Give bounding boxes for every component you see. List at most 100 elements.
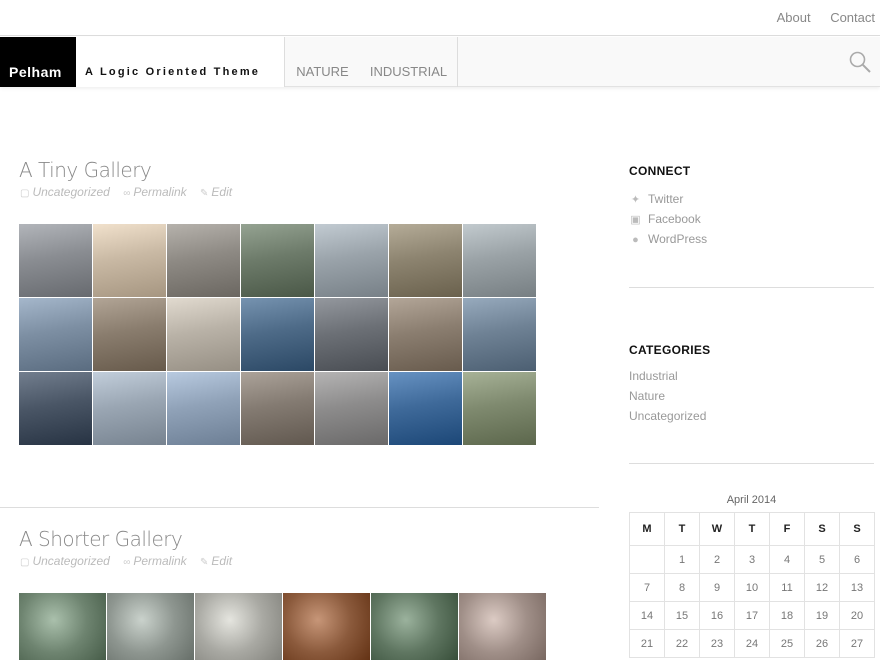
- post-title-tiny-gallery[interactable]: A Tiny Gallery: [19, 158, 152, 182]
- calendar-day: 20: [839, 601, 875, 630]
- link-icon: ∞: [123, 188, 131, 199]
- site-tagline: A Logic Oriented Theme: [76, 37, 285, 87]
- category-uncategorized[interactable]: Uncategorized: [629, 408, 706, 428]
- categories-list: Industrial Nature Uncategorized: [629, 368, 706, 428]
- gallery-thumbnail[interactable]: [19, 372, 92, 445]
- nav-item-industrial[interactable]: INDUSTRIAL: [360, 37, 458, 87]
- calendar-day: 13: [839, 573, 875, 602]
- pencil-icon: ✎: [200, 188, 209, 199]
- gallery-thumbnail[interactable]: [463, 372, 536, 445]
- gallery-thumbnail[interactable]: [241, 298, 314, 371]
- calendar-day: 4: [769, 545, 805, 574]
- gallery-thumbnail[interactable]: [93, 224, 166, 297]
- pencil-icon: ✎: [200, 557, 209, 568]
- sidebar-divider: [629, 463, 874, 464]
- calendar-caption: April 2014: [726, 494, 777, 506]
- sidebar-divider: [629, 287, 874, 288]
- edit-link[interactable]: Edit: [211, 185, 232, 199]
- gallery-thumbnail[interactable]: [315, 372, 388, 445]
- calendar-day: 21: [629, 629, 665, 658]
- calendar-day: 12: [804, 573, 840, 602]
- calendar-weekday: T: [664, 512, 700, 546]
- twitter-link[interactable]: ✦ Twitter: [629, 191, 707, 211]
- about-link[interactable]: About: [777, 10, 811, 25]
- calendar-weekday: T: [734, 512, 770, 546]
- calendar-weekday: W: [699, 512, 735, 546]
- calendar-weekday: M: [629, 512, 665, 546]
- calendar-day: 24: [734, 629, 770, 658]
- calendar-weekday: S: [839, 512, 875, 546]
- facebook-link[interactable]: ▣ Facebook: [629, 211, 707, 231]
- gallery-thumbnail[interactable]: [371, 593, 458, 660]
- contact-link[interactable]: Contact: [830, 10, 875, 25]
- calendar-day: 23: [699, 629, 735, 658]
- gallery-thumbnail[interactable]: [167, 372, 240, 445]
- calendar-day: 1: [664, 545, 700, 574]
- calendar-day: 25: [769, 629, 805, 658]
- gallery-thumbnail[interactable]: [283, 593, 370, 660]
- post-meta: ▢ Uncategorized ∞ Permalink ✎ Edit: [20, 185, 242, 199]
- gallery-thumbnail[interactable]: [19, 593, 106, 660]
- gallery-thumbnail[interactable]: [241, 224, 314, 297]
- search-icon[interactable]: [848, 50, 872, 74]
- wordpress-link[interactable]: ● WordPress: [629, 231, 707, 251]
- gallery-thumbnail[interactable]: [19, 298, 92, 371]
- calendar-weekday: F: [769, 512, 805, 546]
- gallery-shorter: [19, 593, 546, 660]
- gallery-thumbnail[interactable]: [315, 298, 388, 371]
- calendar-day: 10: [734, 573, 770, 602]
- gallery-thumbnail[interactable]: [315, 224, 388, 297]
- calendar-day: 6: [839, 545, 875, 574]
- calendar-day: 27: [839, 629, 875, 658]
- gallery-thumbnail[interactable]: [107, 593, 194, 660]
- gallery-thumbnail[interactable]: [389, 372, 462, 445]
- nav-item-nature[interactable]: NATURE: [285, 37, 360, 87]
- calendar-week: 123456: [629, 545, 875, 574]
- calendar-day: 5: [804, 545, 840, 574]
- calendar-day: 17: [734, 601, 770, 630]
- facebook-icon: ▣: [630, 214, 641, 226]
- gallery-thumbnail[interactable]: [389, 298, 462, 371]
- gallery-thumbnail[interactable]: [93, 372, 166, 445]
- wordpress-icon: ●: [632, 234, 639, 246]
- category-link[interactable]: Uncategorized: [32, 554, 109, 568]
- connect-widget-title: CONNECT: [629, 164, 691, 178]
- category-nature[interactable]: Nature: [629, 388, 706, 408]
- gallery-thumbnail[interactable]: [389, 224, 462, 297]
- gallery-thumbnail[interactable]: [167, 224, 240, 297]
- calendar-day: 9: [699, 573, 735, 602]
- calendar-day: 18: [769, 601, 805, 630]
- calendar-day: [629, 545, 665, 574]
- calendar-day: 14: [629, 601, 665, 630]
- permalink-link[interactable]: Permalink: [133, 185, 186, 199]
- gallery-thumbnail[interactable]: [167, 298, 240, 371]
- category-industrial[interactable]: Industrial: [629, 368, 706, 388]
- calendar-day: 19: [804, 601, 840, 630]
- category-link[interactable]: Uncategorized: [32, 185, 109, 199]
- site-logo[interactable]: Pelham: [0, 37, 76, 87]
- top-bar: About Contact: [0, 0, 880, 36]
- folder-icon: ▢: [20, 557, 30, 568]
- link-icon: ∞: [123, 557, 131, 568]
- calendar-weekday: S: [804, 512, 840, 546]
- gallery-thumbnail[interactable]: [241, 372, 314, 445]
- gallery-thumbnail[interactable]: [19, 224, 92, 297]
- categories-widget-title: CATEGORIES: [629, 343, 711, 357]
- calendar-day: 11: [769, 573, 805, 602]
- gallery-thumbnail[interactable]: [463, 224, 536, 297]
- post-title-shorter-gallery[interactable]: A Shorter Gallery: [19, 527, 183, 551]
- permalink-link[interactable]: Permalink: [133, 554, 186, 568]
- calendar-week: 21 22 23 24 25 26 27: [629, 629, 875, 658]
- gallery-thumbnail[interactable]: [459, 593, 546, 660]
- calendar-day: 16: [699, 601, 735, 630]
- top-links: About Contact: [761, 10, 875, 25]
- gallery-thumbnail[interactable]: [195, 593, 282, 660]
- edit-link[interactable]: Edit: [211, 554, 232, 568]
- calendar: MTWTFSS 1 2 3 4 5 6 7 8 9 10 11 12 13 14 15 16 17 18 19 20 2…: [629, 512, 875, 658]
- gallery-thumbnail[interactable]: [463, 298, 536, 371]
- gallery-tiny: [19, 224, 536, 445]
- calendar-day: 8: [664, 573, 700, 602]
- gallery-thumbnail[interactable]: [93, 298, 166, 371]
- calendar-day: 7: [629, 573, 665, 602]
- connect-list: ✦ Twitter ▣ Facebook ● WordPress: [629, 191, 707, 251]
